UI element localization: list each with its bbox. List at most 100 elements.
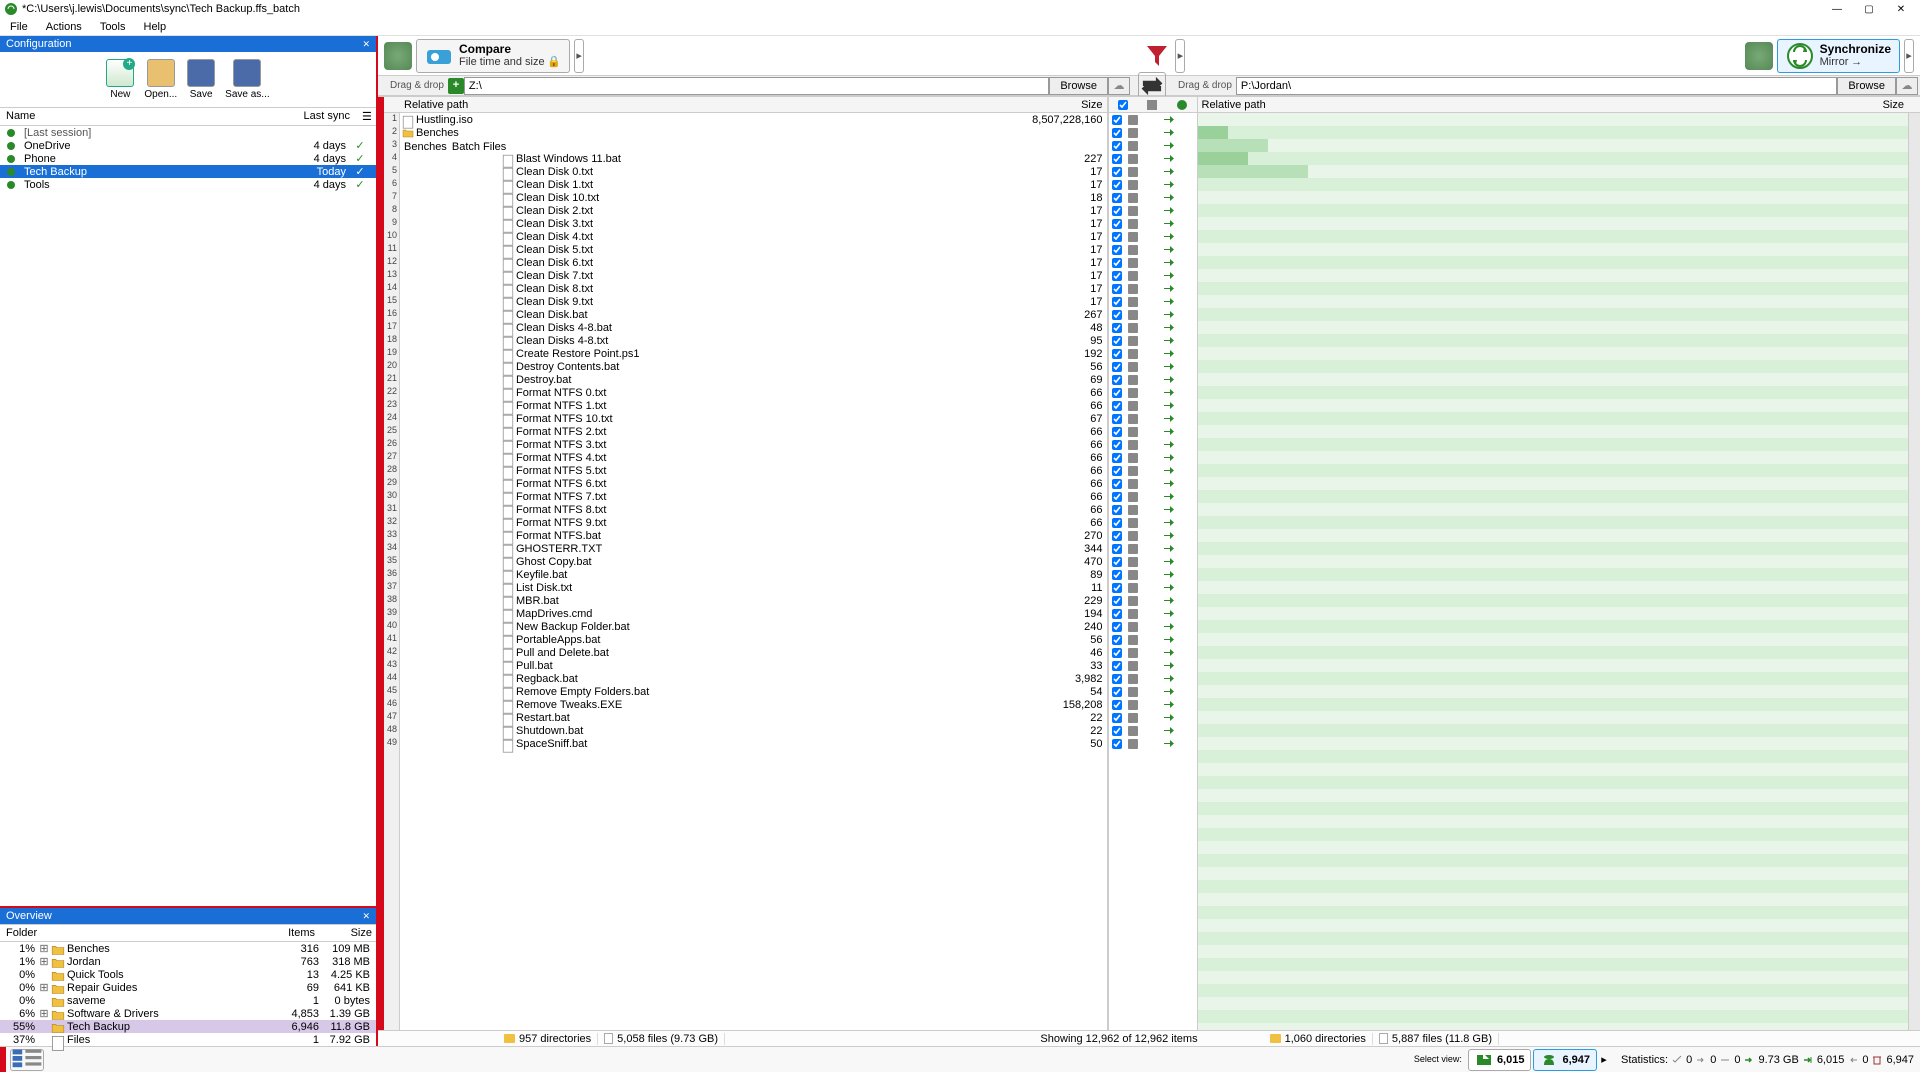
overview-row[interactable]: 0%⊞Repair Guides69641 KB xyxy=(0,981,376,994)
file-row[interactable]: Clean Disk 10.txt18 xyxy=(400,191,1107,204)
config-row[interactable]: Tools4 days✓ xyxy=(0,178,376,191)
sync-action-icon[interactable] xyxy=(1141,322,1197,333)
col-last-sync[interactable]: Last sync xyxy=(296,108,356,125)
sync-action-icon[interactable] xyxy=(1141,686,1197,697)
row-checkbox[interactable] xyxy=(1112,232,1122,242)
action-row[interactable] xyxy=(1109,568,1197,581)
cloud-right-button[interactable]: ☁ xyxy=(1896,77,1918,95)
sync-action-icon[interactable] xyxy=(1141,192,1197,203)
action-row[interactable] xyxy=(1109,152,1197,165)
sync-action-icon[interactable] xyxy=(1141,634,1197,645)
row-checkbox[interactable] xyxy=(1112,648,1122,658)
action-row[interactable] xyxy=(1109,542,1197,555)
sync-action-icon[interactable] xyxy=(1141,569,1197,580)
row-checkbox[interactable] xyxy=(1112,609,1122,619)
sync-action-icon[interactable] xyxy=(1141,647,1197,658)
action-row[interactable] xyxy=(1109,308,1197,321)
sync-action-icon[interactable] xyxy=(1141,387,1197,398)
file-row[interactable]: Hustling.iso8,507,228,160 xyxy=(400,113,1107,126)
row-checkbox[interactable] xyxy=(1112,323,1122,333)
saveas-button[interactable]: Save as... xyxy=(221,57,273,102)
col-settings-icon[interactable]: ☰ xyxy=(356,108,376,125)
action-row[interactable] xyxy=(1109,633,1197,646)
sync-action-icon[interactable] xyxy=(1141,738,1197,749)
file-row[interactable]: PortableApps.bat56 xyxy=(400,633,1107,646)
sync-action-icon[interactable] xyxy=(1141,309,1197,320)
row-checkbox[interactable] xyxy=(1112,531,1122,541)
file-row[interactable]: Clean Disks 4-8.bat48 xyxy=(400,321,1107,334)
file-row[interactable]: Clean Disk 6.txt17 xyxy=(400,256,1107,269)
sync-action-icon[interactable] xyxy=(1141,439,1197,450)
config-row[interactable]: Tech BackupToday✓ xyxy=(0,165,376,178)
sync-action-icon[interactable] xyxy=(1141,205,1197,216)
file-row[interactable]: Destroy Contents.bat56 xyxy=(400,360,1107,373)
row-checkbox[interactable] xyxy=(1112,570,1122,580)
sync-action-icon[interactable] xyxy=(1141,543,1197,554)
browse-left-button[interactable]: Browse xyxy=(1049,77,1108,95)
row-checkbox[interactable] xyxy=(1112,154,1122,164)
overview-close[interactable]: ✕ xyxy=(362,911,370,922)
sync-action-icon[interactable] xyxy=(1141,530,1197,541)
col-relative-path-right[interactable]: Relative path xyxy=(1198,99,1829,111)
sync-action-icon[interactable] xyxy=(1141,348,1197,359)
right-path-input[interactable] xyxy=(1236,77,1837,95)
save-button[interactable]: Save xyxy=(183,57,219,102)
sync-action-icon[interactable] xyxy=(1141,491,1197,502)
action-row[interactable] xyxy=(1109,737,1197,750)
action-row[interactable] xyxy=(1109,646,1197,659)
sync-action-icon[interactable] xyxy=(1141,712,1197,723)
overview-row[interactable]: 6%⊞Software & Drivers4,8531.39 GB xyxy=(0,1007,376,1020)
row-checkbox[interactable] xyxy=(1112,414,1122,424)
file-row[interactable]: Clean Disk 3.txt17 xyxy=(400,217,1107,230)
file-row[interactable]: Restart.bat22 xyxy=(400,711,1107,724)
filter-dropdown[interactable]: ▸ xyxy=(1175,39,1185,73)
minimize-button[interactable]: — xyxy=(1830,2,1844,16)
compare-dropdown[interactable]: ▸ xyxy=(574,39,584,73)
right-rows[interactable] xyxy=(1198,113,1909,1030)
config-row[interactable]: [Last session] xyxy=(0,126,376,139)
row-checkbox[interactable] xyxy=(1112,492,1122,502)
file-row[interactable]: MapDrives.cmd194 xyxy=(400,607,1107,620)
sync-action-icon[interactable] xyxy=(1141,426,1197,437)
file-row[interactable]: Clean Disk 0.txt17 xyxy=(400,165,1107,178)
action-row[interactable] xyxy=(1109,425,1197,438)
file-row[interactable]: Format NTFS.bat270 xyxy=(400,529,1107,542)
row-checkbox[interactable] xyxy=(1112,388,1122,398)
cloud-left-button[interactable]: ☁ xyxy=(1108,77,1130,95)
row-checkbox[interactable] xyxy=(1112,401,1122,411)
row-checkbox[interactable] xyxy=(1112,687,1122,697)
sync-action-icon[interactable] xyxy=(1141,595,1197,606)
row-checkbox[interactable] xyxy=(1112,284,1122,294)
checkbox-header-icon[interactable] xyxy=(1109,97,1138,112)
action-row[interactable] xyxy=(1109,438,1197,451)
compare-settings-icon[interactable] xyxy=(384,42,412,70)
action-row[interactable] xyxy=(1109,217,1197,230)
action-row[interactable] xyxy=(1109,334,1197,347)
overview-row[interactable]: 0%saveme10 bytes xyxy=(0,994,376,1007)
row-checkbox[interactable] xyxy=(1112,349,1122,359)
row-checkbox[interactable] xyxy=(1112,440,1122,450)
open-button[interactable]: Open... xyxy=(140,57,181,102)
row-checkbox[interactable] xyxy=(1112,297,1122,307)
row-checkbox[interactable] xyxy=(1112,713,1122,723)
sync-action-icon[interactable] xyxy=(1141,361,1197,372)
sync-action-icon[interactable] xyxy=(1141,699,1197,710)
row-checkbox[interactable] xyxy=(1112,466,1122,476)
action-row[interactable] xyxy=(1109,230,1197,243)
row-checkbox[interactable] xyxy=(1112,583,1122,593)
file-row[interactable]: Destroy.bat69 xyxy=(400,373,1107,386)
close-button[interactable]: ✕ xyxy=(1894,2,1908,16)
action-header-icon[interactable] xyxy=(1167,97,1196,112)
action-row[interactable] xyxy=(1109,711,1197,724)
row-checkbox[interactable] xyxy=(1112,518,1122,528)
action-row[interactable] xyxy=(1109,516,1197,529)
view-mode-button[interactable] xyxy=(10,1049,44,1071)
sync-action-icon[interactable] xyxy=(1141,660,1197,671)
file-row[interactable]: Clean Disk 5.txt17 xyxy=(400,243,1107,256)
file-row[interactable]: Format NTFS 1.txt66 xyxy=(400,399,1107,412)
action-row[interactable] xyxy=(1109,178,1197,191)
sync-action-icon[interactable] xyxy=(1141,608,1197,619)
sync-action-icon[interactable] xyxy=(1141,140,1197,151)
file-row[interactable]: Blast Windows 11.bat227 xyxy=(400,152,1107,165)
row-checkbox[interactable] xyxy=(1112,310,1122,320)
